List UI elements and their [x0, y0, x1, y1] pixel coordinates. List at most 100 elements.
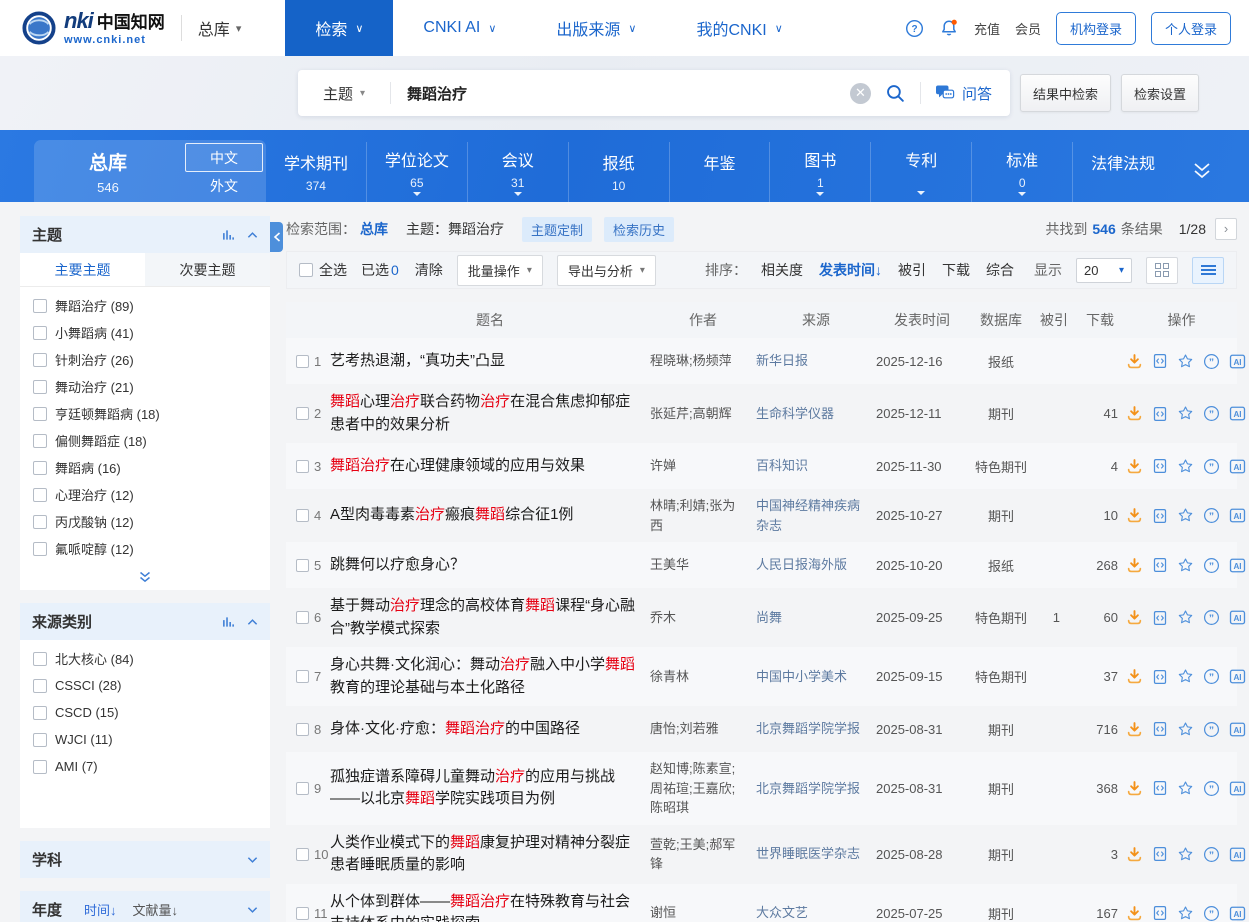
result-title-link[interactable]: 人类作业模式下的舞蹈康复护理对精神分裂症患者睡眠质量的影响 — [330, 832, 650, 877]
grid-view-button[interactable] — [1146, 257, 1178, 284]
html-read-icon[interactable] — [1152, 353, 1168, 369]
favorite-icon[interactable] — [1177, 721, 1194, 738]
lang-toggle-chinese[interactable]: 中文 — [185, 143, 263, 172]
result-authors[interactable]: 谢恒 — [650, 903, 756, 922]
cnki-logo[interactable]: nki 中国知网 www.cnki.net — [22, 10, 165, 46]
sort-综合[interactable]: 综合 — [986, 260, 1014, 280]
html-read-icon[interactable] — [1152, 610, 1168, 626]
result-title-link[interactable]: 孤独症谱系障碍儿童舞动治疗的应用与挑战——以北京舞蹈学院实践项目为例 — [330, 766, 650, 811]
favorite-icon[interactable] — [1177, 458, 1194, 475]
result-source[interactable]: 新华日报 — [756, 351, 876, 371]
ai-icon[interactable]: AI — [1229, 557, 1246, 574]
sort-相关度[interactable]: 相关度 — [761, 260, 803, 280]
filter-checkbox[interactable] — [33, 407, 47, 421]
cite-icon[interactable]: ” — [1203, 721, 1220, 738]
row-checkbox[interactable] — [296, 611, 309, 624]
download-icon[interactable] — [1126, 905, 1143, 922]
search-input[interactable] — [391, 85, 850, 102]
subject-filter-舞蹈治疗[interactable]: 舞蹈治疗 (89) — [20, 292, 270, 319]
chevron-down-icon[interactable] — [247, 906, 258, 914]
subject-filter-丙戊酸钠[interactable]: 丙戊酸钠 (12) — [20, 508, 270, 535]
chevron-up-icon[interactable] — [247, 618, 258, 626]
help-icon[interactable]: ? — [905, 19, 924, 38]
filter-checkbox[interactable] — [33, 679, 47, 693]
ai-icon[interactable]: AI — [1229, 721, 1246, 738]
db-tab-图书[interactable]: 图书1 — [769, 142, 870, 202]
filter-checkbox[interactable] — [33, 542, 47, 556]
tab-secondary-subject[interactable]: 次要主题 — [145, 253, 270, 286]
notification-bell-icon[interactable] — [939, 18, 959, 38]
year-sort-amount[interactable]: 文献量↓ — [133, 900, 179, 919]
db-tab-法律法规[interactable]: 法律法规 — [1072, 142, 1173, 202]
year-sort-time[interactable]: 时间↓ — [84, 900, 117, 919]
nav-item-我的CNKI[interactable]: 我的CNKI∨ — [666, 0, 812, 56]
subject-filter-小舞蹈病[interactable]: 小舞蹈病 (41) — [20, 319, 270, 346]
favorite-icon[interactable] — [1177, 668, 1194, 685]
clear-selection-button[interactable]: 清除 — [415, 260, 443, 280]
favorite-icon[interactable] — [1177, 905, 1194, 922]
subject-filter-氟哌啶醇[interactable]: 氟哌啶醇 (12) — [20, 535, 270, 562]
ai-icon[interactable]: AI — [1229, 846, 1246, 863]
filter-checkbox[interactable] — [33, 760, 47, 774]
result-title-link[interactable]: A型肉毒毒素治疗瘢痕舞蹈综合征1例 — [330, 504, 650, 527]
cite-icon[interactable]: ” — [1203, 609, 1220, 626]
cite-icon[interactable]: ” — [1203, 507, 1220, 524]
subject-filter-偏侧舞蹈症[interactable]: 偏侧舞蹈症 (18) — [20, 427, 270, 454]
search-history-button[interactable]: 检索历史 — [604, 217, 674, 242]
subject-section-header[interactable]: 主题 — [20, 216, 270, 253]
subject-filter-舞动治疗[interactable]: 舞动治疗 (21) — [20, 373, 270, 400]
html-read-icon[interactable] — [1152, 780, 1168, 796]
favorite-icon[interactable] — [1177, 609, 1194, 626]
source-filter-WJCI[interactable]: WJCI (11) — [20, 726, 270, 753]
download-icon[interactable] — [1126, 458, 1143, 475]
result-title-link[interactable]: 身心共舞·文化润心：舞动治疗融入中小学舞蹈教育的理论基础与本土化路径 — [330, 654, 650, 699]
db-tab-会议[interactable]: 会议31 — [467, 142, 568, 202]
search-in-results-button[interactable]: 结果中检索 — [1020, 74, 1111, 112]
result-title-link[interactable]: 舞蹈治疗在心理健康领域的应用与效果 — [330, 455, 650, 478]
sort-被引[interactable]: 被引 — [898, 260, 926, 280]
result-title-link[interactable]: 艺考热退潮，“真功夫”凸显 — [330, 350, 650, 373]
nav-item-出版来源[interactable]: 出版来源∨ — [526, 0, 666, 56]
row-checkbox[interactable] — [296, 907, 309, 920]
row-checkbox[interactable] — [296, 509, 309, 522]
row-checkbox[interactable] — [296, 670, 309, 683]
tab-main-subject[interactable]: 主要主题 — [20, 253, 145, 286]
library-switcher[interactable]: 总库▾ — [198, 16, 242, 40]
nav-item-CNKI AI[interactable]: CNKI AI∨ — [393, 0, 526, 56]
cite-icon[interactable]: ” — [1203, 905, 1220, 922]
search-icon[interactable] — [885, 83, 906, 104]
tab-total-library[interactable]: 总库 546 中文 外文 — [34, 140, 266, 202]
result-source[interactable]: 大众文艺 — [756, 903, 876, 922]
result-authors[interactable]: 张延芹;高朝辉 — [650, 404, 756, 424]
org-login-button[interactable]: 机构登录 — [1056, 12, 1136, 45]
ai-icon[interactable]: AI — [1229, 609, 1246, 626]
row-checkbox[interactable] — [296, 723, 309, 736]
ai-icon[interactable]: AI — [1229, 905, 1246, 922]
list-view-button[interactable] — [1192, 257, 1224, 284]
download-icon[interactable] — [1126, 353, 1143, 370]
subject-filter-亨廷顿舞蹈病[interactable]: 亨廷顿舞蹈病 (18) — [20, 400, 270, 427]
filter-checkbox[interactable] — [33, 461, 47, 475]
export-analyze-button[interactable]: 导出与分析▾ — [557, 255, 656, 286]
result-source[interactable]: 生命科学仪器 — [756, 404, 876, 424]
cite-icon[interactable]: ” — [1203, 846, 1220, 863]
source-category-header[interactable]: 来源类别 — [20, 603, 270, 640]
result-authors[interactable]: 许婵 — [650, 456, 756, 476]
filter-checkbox[interactable] — [33, 434, 47, 448]
select-all-checkbox[interactable]: 全选 — [299, 260, 347, 280]
lang-toggle-foreign[interactable]: 外文 — [185, 172, 263, 199]
filter-checkbox[interactable] — [33, 380, 47, 394]
member-link[interactable]: 会员 — [1015, 19, 1041, 38]
result-source[interactable]: 百科知识 — [756, 456, 876, 476]
download-icon[interactable] — [1126, 846, 1143, 863]
result-title-link[interactable]: 从个体到群体——舞蹈治疗在特殊教育与社会支持体系中的实践探索 — [330, 891, 650, 922]
batch-operations-button[interactable]: 批量操作▾ — [457, 255, 543, 286]
search-settings-button[interactable]: 检索设置 — [1121, 74, 1199, 112]
chevron-up-icon[interactable] — [247, 231, 258, 239]
html-read-icon[interactable] — [1152, 669, 1168, 685]
result-source[interactable]: 人民日报海外版 — [756, 555, 876, 575]
bar-chart-icon[interactable] — [222, 229, 235, 241]
row-checkbox[interactable] — [296, 559, 309, 572]
sort-发表时间[interactable]: 发表时间↓ — [819, 260, 882, 280]
recharge-link[interactable]: 充值 — [974, 19, 1000, 38]
